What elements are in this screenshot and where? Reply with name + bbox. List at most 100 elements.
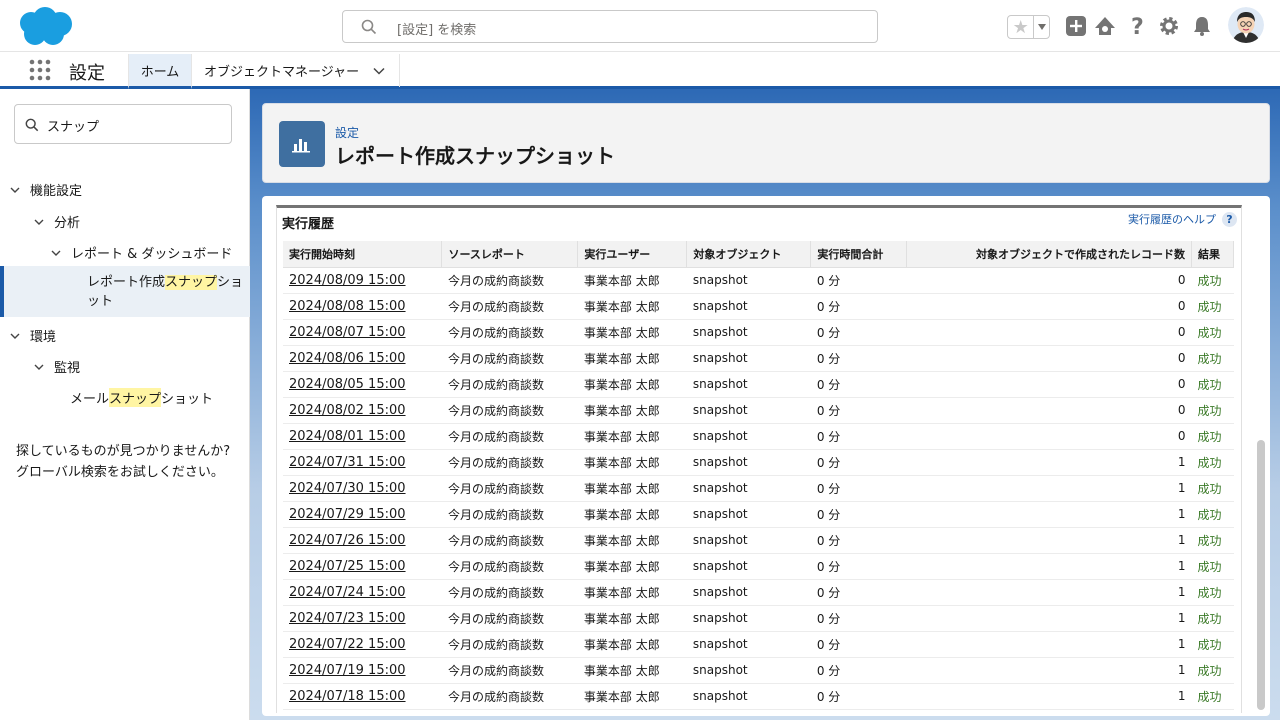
result-status: 成功 [1191, 293, 1234, 320]
add-icon[interactable] [1065, 15, 1087, 37]
total-duration: 0 分 [810, 475, 907, 502]
chevron-down-icon[interactable] [373, 65, 385, 77]
breadcrumb[interactable]: 設定 [335, 124, 359, 141]
total-duration: 0 分 [810, 657, 907, 684]
run-history-card: 実行履歴 実行履歴のヘルプ ? 実行開始時刻 ソースレポート 実行ユーザー 対象オブジ… [276, 205, 1242, 713]
column-header-start-time: 実行開始時刻 [283, 241, 443, 268]
start-time-link[interactable]: 2024/08/07 15:00 [283, 319, 442, 346]
tree-item-environment[interactable]: 環境 [10, 326, 56, 345]
global-header: [設定] を検索 ★ ? [0, 0, 1280, 52]
tree-item-analytics[interactable]: 分析 [34, 212, 80, 231]
target-object: snapshot [686, 553, 811, 580]
run-user: 事業本部 太郎 [577, 319, 687, 346]
search-highlight: スナップ [165, 275, 218, 290]
salesforce-cloud-logo[interactable] [15, 6, 75, 48]
start-time-link[interactable]: 2024/08/01 15:00 [283, 423, 442, 450]
help-icon[interactable]: ? [1126, 15, 1148, 37]
source-report: 今月の成約商談数 [441, 397, 578, 424]
start-time-link[interactable]: 2024/07/30 15:00 [283, 475, 442, 502]
start-time-link[interactable]: 2024/07/25 15:00 [283, 553, 442, 580]
start-time-link[interactable]: 2024/08/02 15:00 [283, 397, 442, 424]
run-user: 事業本部 太郎 [577, 475, 687, 502]
records-created: 1 [906, 501, 1192, 528]
target-object: snapshot [686, 475, 811, 502]
result-status: 成功 [1191, 579, 1234, 606]
records-created: 1 [906, 683, 1192, 710]
waffle-icon[interactable] [29, 59, 51, 81]
label-part: メール [70, 392, 110, 407]
bell-icon[interactable] [1191, 15, 1213, 37]
run-user: 事業本部 太郎 [577, 579, 687, 606]
app-name: 設定 [69, 63, 105, 84]
start-time-link[interactable]: 2024/08/05 15:00 [283, 371, 442, 398]
total-duration: 0 分 [810, 527, 907, 554]
tree-item-email-snapshots[interactable]: メール スナップ ショット [70, 388, 213, 407]
result-status: 成功 [1191, 631, 1234, 658]
result-status: 成功 [1191, 319, 1234, 346]
table-row: 2024/08/09 15:00 今月の成約商談数 事業本部 太郎 snapshot 0… [283, 267, 1234, 294]
result-status: 成功 [1191, 371, 1234, 398]
tree-item-features[interactable]: 機能設定 [10, 180, 82, 199]
run-user: 事業本部 太郎 [577, 423, 687, 450]
user-avatar[interactable] [1228, 7, 1264, 43]
run-user: 事業本部 太郎 [577, 371, 687, 398]
start-time-link[interactable]: 2024/07/26 15:00 [283, 527, 442, 554]
start-time-link[interactable]: 2024/07/29 15:00 [283, 501, 442, 528]
run-history-table: 実行開始時刻 ソースレポート 実行ユーザー 対象オブジェクト 実行時間合計 対象オブジェク… [283, 241, 1235, 710]
gear-icon[interactable] [1158, 15, 1180, 37]
start-time-link[interactable]: 2024/07/19 15:00 [283, 657, 442, 684]
favorites-dropdown[interactable] [1033, 16, 1049, 38]
start-time-link[interactable]: 2024/08/08 15:00 [283, 293, 442, 320]
result-status: 成功 [1191, 553, 1234, 580]
label-part: ショット [161, 392, 214, 407]
start-time-link[interactable]: 2024/07/22 15:00 [283, 631, 442, 658]
total-duration: 0 分 [810, 423, 907, 450]
records-created: 1 [906, 631, 1192, 658]
quick-find-input[interactable]: スナップ [14, 104, 232, 144]
global-search-box[interactable]: [設定] を検索 [342, 10, 878, 43]
not-found-line: 探しているものが見つかりませんか? [16, 444, 231, 459]
column-header-run-user: 実行ユーザー [577, 241, 688, 268]
tree-item-label: 監視 [54, 361, 81, 376]
run-user: 事業本部 太郎 [577, 631, 687, 658]
tree-item-reporting-snapshots[interactable]: レポート作成スナップショット [0, 266, 250, 317]
tab-home[interactable]: ホーム [128, 54, 192, 89]
start-time-link[interactable]: 2024/08/06 15:00 [283, 345, 442, 372]
table-row: 2024/08/05 15:00 今月の成約商談数 事業本部 太郎 snapshot 0… [283, 371, 1234, 398]
column-header-total-duration: 実行時間合計 [810, 241, 908, 268]
not-found-hint: 探しているものが見つかりませんか? グローバル検索をお試しください。 [16, 441, 241, 483]
start-time-link[interactable]: 2024/07/23 15:00 [283, 605, 442, 632]
result-status: 成功 [1191, 397, 1234, 424]
run-user: 事業本部 太郎 [577, 397, 687, 424]
run-history-help-link[interactable]: 実行履歴のヘルプ ? [1128, 211, 1237, 227]
source-report: 今月の成約商談数 [441, 423, 578, 450]
source-report: 今月の成約商談数 [441, 501, 578, 528]
total-duration: 0 分 [810, 501, 907, 528]
help-link-label: 実行履歴のヘルプ [1128, 213, 1216, 226]
tree-item-reports-dashboards[interactable]: レポート & ダッシュボード [51, 243, 232, 262]
source-report: 今月の成約商談数 [441, 371, 578, 398]
total-duration: 0 分 [810, 345, 907, 372]
start-time-link[interactable]: 2024/07/31 15:00 [283, 449, 442, 476]
vertical-scrollbar[interactable] [1257, 440, 1265, 710]
trailhead-icon[interactable] [1094, 15, 1116, 37]
records-created: 1 [906, 553, 1192, 580]
star-icon[interactable]: ★ [1008, 16, 1033, 38]
total-duration: 0 分 [810, 267, 907, 294]
tree-item-monitoring[interactable]: 監視 [34, 357, 80, 376]
quick-find-value: スナップ [47, 120, 100, 135]
records-created: 1 [906, 579, 1192, 606]
table-row: 2024/07/18 15:00 今月の成約商談数 事業本部 太郎 snapshot 0… [283, 683, 1234, 710]
start-time-link[interactable]: 2024/07/18 15:00 [283, 683, 442, 710]
start-time-link[interactable]: 2024/08/09 15:00 [283, 267, 442, 294]
total-duration: 0 分 [810, 319, 907, 346]
search-placeholder: [設定] を検索 [397, 23, 477, 38]
tab-object-manager[interactable]: オブジェクトマネージャー [192, 54, 400, 87]
chevron-down-icon [10, 187, 20, 193]
source-report: 今月の成約商談数 [441, 293, 578, 320]
start-time-link[interactable]: 2024/07/24 15:00 [283, 579, 442, 606]
favorites-control[interactable]: ★ [1007, 15, 1050, 39]
label-part: レポート作成 [87, 275, 166, 290]
records-created: 0 [906, 397, 1192, 424]
source-report: 今月の成約商談数 [441, 319, 578, 346]
